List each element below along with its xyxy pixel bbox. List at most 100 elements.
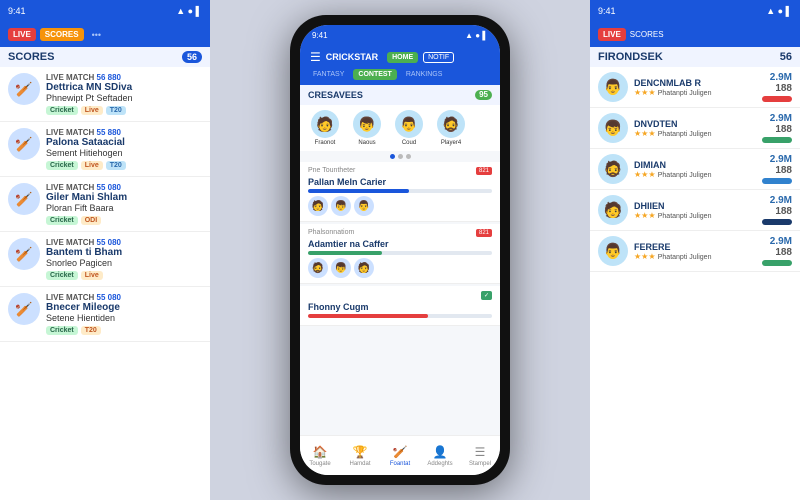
hamburger-icon[interactable]: ☰: [310, 50, 321, 64]
right-player-info-0: DENCNMLAB R ★★★ Phatanpti Juligen: [634, 78, 756, 97]
dot-3: [406, 154, 411, 159]
right-player-row-0[interactable]: 👨 DENCNMLAB R ★★★ Phatanpti Juligen 2.9M…: [590, 67, 800, 108]
right-player-price-3: 188: [762, 206, 792, 217]
left-match-avatar-3: 🏏: [8, 238, 40, 270]
pmatch-bar-3: [308, 314, 492, 318]
left-match-info-2: LIVE MATCH 55 080 Giler Mani Shlam Plora…: [46, 183, 202, 225]
left-header-spacer: •••: [92, 30, 101, 40]
left-match-tag-1-4: Cricket: [46, 326, 78, 335]
right-player-price-0: 188: [762, 83, 792, 94]
player-name-4: Player4: [441, 140, 461, 146]
player-name-3: Coud: [402, 140, 416, 146]
tab-fantasy[interactable]: FANTASY: [308, 69, 349, 80]
player-avatar-4: 🧔: [437, 110, 465, 138]
left-live-btn[interactable]: LIVE: [8, 28, 36, 41]
left-match-tags-2: Cricket ODI: [46, 216, 202, 225]
left-match-tag-2-3: Live: [81, 271, 103, 280]
nav-item-home[interactable]: 🏠 Tougate: [300, 436, 340, 475]
left-match-card-2[interactable]: 🏏 LIVE MATCH 55 080 Giler Mani Shlam Plo…: [0, 177, 210, 232]
pmatch-teams-3: Fhonny Cugm: [308, 302, 492, 312]
left-match-card-3[interactable]: 🏏 LIVE MATCH 55 080 Bantem ti Bham Snorl…: [0, 232, 210, 287]
right-header: LIVE SCORES: [590, 22, 800, 47]
right-player-name-1: DNVDTEN: [634, 119, 756, 129]
left-match-team-row-3: LIVE MATCH 55 080: [46, 238, 202, 247]
nav-item-menu[interactable]: ☰ Stampel: [460, 436, 500, 475]
phone-notif-btn[interactable]: NOTIF: [423, 52, 454, 63]
dot-1: [390, 154, 395, 159]
right-player-row-3[interactable]: 🧑 DHIIEN ★★★ Phatanpti Juligen 2.9M 188: [590, 190, 800, 231]
left-match-card-4[interactable]: 🏏 LIVE MATCH 55 080 Bnecer Mileoge Seten…: [0, 287, 210, 342]
phone-status-bar: 9:41 ▲ ● ▌: [300, 25, 500, 45]
right-player-name-4: FERERE: [634, 242, 756, 252]
phone-match-card-2[interactable]: Phalsonnatiom 821 Adamtier na Caffer 🧔 👦…: [300, 224, 500, 284]
pmatch-teams-2: Adamtier na Caffer: [308, 239, 492, 249]
left-match-score-4: Setene Hientiden: [46, 313, 202, 323]
left-scores-btn[interactable]: SCORES: [40, 28, 84, 41]
left-match-tag-1-1: Cricket: [46, 161, 78, 170]
right-player-name-0: DENCNMLAB R: [634, 78, 756, 88]
right-player-row-2[interactable]: 🧔 DIMIAN ★★★ Phatanpti Juligen 2.9M 188: [590, 149, 800, 190]
nav-label-cricket: Foantat: [390, 461, 410, 467]
left-match-team-row-0: LIVE MATCH 56 880: [46, 73, 202, 82]
right-status-bar: 9:41 ▲ ● ▌: [590, 0, 800, 22]
player-avatar-2: 👦: [353, 110, 381, 138]
left-match-tag-2-2: ODI: [81, 216, 101, 225]
nav-item-cricket[interactable]: 🏏 Foantat: [380, 436, 420, 475]
nav-item-trophy[interactable]: 🏆 Hamdat: [340, 436, 380, 475]
phone-section-count: 95: [475, 90, 492, 100]
left-status-icons: ▲ ● ▌: [176, 6, 202, 16]
right-player-common-price-3: 2.9M: [762, 195, 792, 206]
player-item-2[interactable]: 👦 Naous: [348, 110, 386, 146]
phone-time: 9:41: [312, 31, 328, 40]
nav-label-user: Addeghts: [427, 461, 452, 467]
left-match-team-row-1: LIVE MATCH 55 880: [46, 128, 202, 137]
player-name-1: Fraonot: [315, 140, 336, 146]
right-player-price-section-0: 2.9M 188: [762, 72, 792, 102]
left-match-team-row-2: LIVE MATCH 55 080: [46, 183, 202, 192]
right-player-info-4: FERERE ★★★ Phatanpti Juligen: [634, 242, 756, 261]
tab-rankings[interactable]: RANKINGS: [401, 69, 448, 80]
right-player-price-section-2: 2.9M 188: [762, 154, 792, 184]
player-name-2: Naous: [358, 140, 375, 146]
pmatch-players-1: 🧑 👦 👨: [308, 196, 492, 216]
right-player-price-4: 188: [762, 247, 792, 258]
pmatch-teams-1: Pallan Meln Carier: [308, 177, 492, 187]
nav-item-user[interactable]: 👤 Addeghts: [420, 436, 460, 475]
right-player-common-price-1: 2.9M: [762, 113, 792, 124]
phone-tabs: FANTASY CONTEST RANKINGS: [300, 69, 500, 85]
user-icon: 👤: [433, 445, 448, 459]
left-match-info-1: LIVE MATCH 55 880 Palona Sataacial Semen…: [46, 128, 202, 170]
right-players-list: 👨 DENCNMLAB R ★★★ Phatanpti Juligen 2.9M…: [590, 67, 800, 272]
phone-match-card-3[interactable]: ✓ Fhonny Cugm: [300, 286, 500, 326]
menu-icon: ☰: [475, 445, 486, 459]
left-match-info-3: LIVE MATCH 55 080 Bantem ti Bham Snorleo…: [46, 238, 202, 280]
left-match-tag-3-0: T20: [106, 106, 126, 115]
right-player-common-price-0: 2.9M: [762, 72, 792, 83]
left-match-card-1[interactable]: 🏏 LIVE MATCH 55 880 Palona Sataacial Sem…: [0, 122, 210, 177]
pmatch-players-2: 🧔 👦 🧑: [308, 258, 492, 278]
phone-match-card-1[interactable]: Pne Tountheter 821 Pallan Meln Carier 🧑 …: [300, 162, 500, 222]
right-player-row-4[interactable]: 👨 FERERE ★★★ Phatanpti Juligen 2.9M 188: [590, 231, 800, 272]
right-live-btn[interactable]: LIVE: [598, 28, 626, 41]
pmatch-badge-1: 821: [476, 167, 492, 175]
tab-contest[interactable]: CONTEST: [353, 69, 396, 80]
phone-players-row: 🧑 Fraonot 👦 Naous 👨 Coud 🧔 Player4: [300, 105, 500, 151]
left-match-tag-2-0: Live: [81, 106, 103, 115]
left-match-tags-1: Cricket Live T20: [46, 161, 202, 170]
right-player-avatar-1: 👦: [598, 113, 628, 143]
player-item-4[interactable]: 🧔 Player4: [432, 110, 470, 146]
left-match-card-0[interactable]: 🏏 LIVE MATCH 56 880 Dettrica MN SDiva Ph…: [0, 67, 210, 122]
right-player-avatar-0: 👨: [598, 72, 628, 102]
right-player-info-3: DHIIEN ★★★ Phatanpti Juligen: [634, 201, 756, 220]
left-match-avatar-0: 🏏: [8, 73, 40, 105]
nav-label-home: Tougate: [309, 461, 330, 467]
right-player-row-1[interactable]: 👦 DNVDTEN ★★★ Phatanpti Juligen 2.9M 188: [590, 108, 800, 149]
phone-home-btn[interactable]: HOME: [387, 52, 418, 63]
right-player-avatar-4: 👨: [598, 236, 628, 266]
left-match-score-1: Sement Hitiehogen: [46, 148, 202, 158]
right-player-info-2: DIMIAN ★★★ Phatanpti Juligen: [634, 160, 756, 179]
right-player-stars-1: ★★★ Phatanpti Juligen: [634, 129, 756, 138]
left-section-label: SCORES: [8, 51, 54, 63]
player-item-3[interactable]: 👨 Coud: [390, 110, 428, 146]
player-item-1[interactable]: 🧑 Fraonot: [306, 110, 344, 146]
